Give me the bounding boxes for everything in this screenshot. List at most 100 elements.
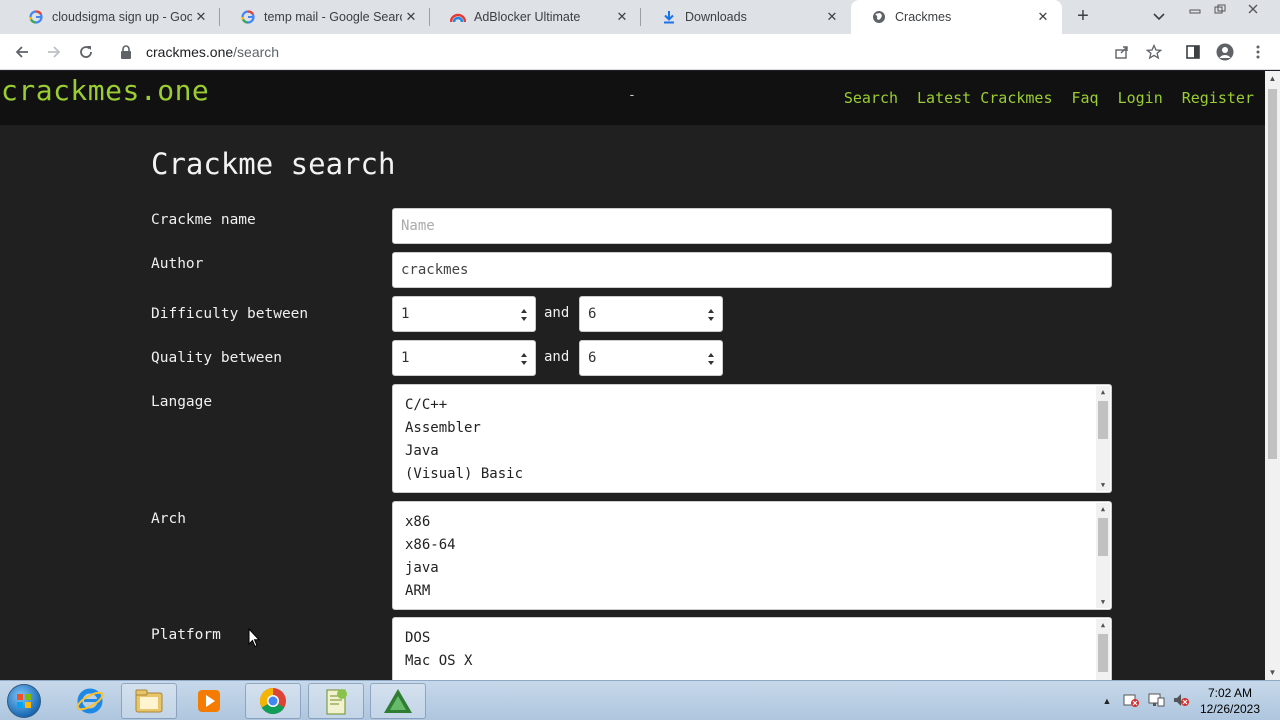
reload-button[interactable]	[75, 41, 97, 63]
close-tab-icon[interactable]: ✕	[192, 8, 210, 26]
listbox-scrollbar[interactable]: ▲ ▼	[1096, 503, 1110, 608]
list-option[interactable]: x86	[405, 511, 456, 534]
profile-avatar-icon[interactable]	[1215, 42, 1235, 62]
select-arrows-icon	[708, 353, 714, 365]
adblocker-icon	[450, 9, 466, 25]
list-option[interactable]: x86-64	[405, 534, 456, 557]
network-icon[interactable]	[1147, 692, 1165, 711]
chrome-icon[interactable]	[245, 683, 301, 719]
tab-strip: cloudsigma sign up - Goog ✕ temp mail - …	[0, 0, 1280, 34]
file-explorer-icon[interactable]	[121, 683, 177, 719]
back-button[interactable]	[11, 41, 33, 63]
tab-cloudsigma[interactable]: cloudsigma sign up - Goog ✕	[8, 0, 220, 34]
scroll-down-arrow-icon[interactable]: ▼	[1096, 479, 1110, 491]
listbox-scrollbar[interactable]: ▲	[1096, 619, 1110, 680]
forward-button[interactable]	[43, 41, 65, 63]
scroll-down-arrow-icon[interactable]: ▼	[1096, 596, 1110, 608]
tab-title: cloudsigma sign up - Goog	[52, 10, 192, 24]
notepad-plus-plus-icon[interactable]	[308, 683, 364, 719]
reload-icon	[80, 46, 92, 58]
close-tab-icon[interactable]: ✕	[402, 8, 420, 26]
select-arrows-icon	[708, 309, 714, 321]
arch-listbox[interactable]: x86 x86-64 java ARM ▲ ▼	[392, 501, 1112, 610]
close-tab-icon[interactable]: ✕	[1034, 8, 1052, 26]
nav-latest-crackmes-link[interactable]: Latest Crackmes	[917, 89, 1052, 107]
list-option[interactable]: DOS	[405, 627, 472, 650]
arch-label: Arch	[151, 511, 186, 527]
quality-max-value: 6	[588, 350, 597, 366]
nav-links: Search Latest Crackmes Faq Login Registe…	[825, 89, 1254, 107]
tab-adblocker[interactable]: AdBlocker Ultimate ✕	[430, 0, 641, 34]
mouse-cursor-icon	[248, 628, 260, 648]
scroll-up-arrow-icon[interactable]: ▲	[1096, 503, 1110, 515]
language-label: Langage	[151, 394, 213, 410]
tab-downloads[interactable]: Downloads ✕	[641, 0, 851, 34]
close-tab-icon[interactable]: ✕	[823, 8, 841, 26]
clock-date: 12/26/2023	[1199, 702, 1261, 716]
green-app-icon[interactable]	[370, 683, 426, 719]
kebab-menu-icon[interactable]	[1248, 42, 1268, 62]
action-center-icon[interactable]	[1122, 692, 1140, 711]
nav-search-link[interactable]: Search	[844, 89, 898, 107]
globe-icon	[871, 9, 887, 25]
crackme-name-input[interactable]: Name	[392, 208, 1112, 244]
list-option[interactable]: ARM	[405, 580, 456, 603]
difficulty-max-select[interactable]: 6	[579, 296, 723, 332]
share-icon[interactable]	[1112, 42, 1132, 62]
platform-listbox[interactable]: DOS Mac OS X ▲	[392, 617, 1112, 680]
list-option[interactable]: Mac OS X	[405, 650, 472, 673]
tab-crackmes[interactable]: Crackmes ✕	[851, 0, 1062, 34]
scroll-up-arrow-icon[interactable]: ▲	[1265, 71, 1280, 86]
page-scrollbar[interactable]: ▲ ▼	[1265, 71, 1280, 680]
nav-login-link[interactable]: Login	[1118, 89, 1163, 107]
difficulty-label: Difficulty between	[151, 306, 309, 322]
scroll-down-arrow-icon[interactable]: ▼	[1265, 665, 1280, 680]
bookmark-star-icon[interactable]	[1144, 42, 1164, 62]
tab-temp-mail[interactable]: temp mail - Google Search ✕	[220, 0, 430, 34]
scrollbar-thumb[interactable]	[1098, 518, 1108, 556]
site-logo-link[interactable]: crackmes.one	[1, 74, 209, 107]
volume-muted-icon[interactable]	[1172, 692, 1190, 711]
restore-button[interactable]	[1207, 0, 1233, 18]
new-tab-button[interactable]: +	[1072, 5, 1094, 27]
url-host: crackmes.one	[146, 44, 234, 60]
scrollbar-thumb[interactable]	[1098, 634, 1108, 672]
taskbar-clock[interactable]: 7:02 AM 12/26/2023	[1190, 685, 1270, 717]
quality-max-select[interactable]: 6	[579, 340, 723, 376]
scroll-up-arrow-icon[interactable]: ▲	[1096, 386, 1110, 398]
minimize-button[interactable]	[1182, 0, 1208, 18]
list-option[interactable]: java	[405, 557, 456, 580]
show-hidden-icons-icon[interactable]: ▲	[1100, 696, 1114, 706]
close-window-button[interactable]	[1240, 0, 1266, 18]
address-bar[interactable]: crackmes.one/search	[110, 37, 1170, 67]
close-tab-icon[interactable]: ✕	[613, 8, 631, 26]
back-arrow-icon	[15, 46, 28, 58]
url-path: /search	[233, 44, 280, 60]
listbox-scrollbar[interactable]: ▲ ▼	[1096, 386, 1110, 491]
select-arrows-icon	[521, 309, 527, 321]
lock-icon	[120, 45, 134, 59]
scrollbar-thumb[interactable]	[1098, 401, 1108, 439]
internet-explorer-icon[interactable]	[62, 683, 118, 719]
scroll-up-arrow-icon[interactable]: ▲	[1096, 619, 1110, 631]
tab-title: Downloads	[685, 10, 747, 24]
start-button[interactable]	[4, 683, 44, 719]
author-input[interactable]: crackmes	[392, 252, 1112, 288]
platform-label: Platform	[151, 627, 221, 643]
side-panel-icon[interactable]	[1183, 42, 1203, 62]
nav-register-link[interactable]: Register	[1182, 89, 1254, 107]
quality-min-select[interactable]: 1	[392, 340, 536, 376]
list-option[interactable]: C/C++	[405, 394, 523, 417]
media-player-icon[interactable]	[181, 683, 237, 719]
nav-faq-link[interactable]: Faq	[1072, 89, 1099, 107]
language-listbox[interactable]: C/C++ Assembler Java (Visual) Basic ▲ ▼	[392, 384, 1112, 493]
list-option[interactable]: Java	[405, 440, 523, 463]
page-scrollbar-thumb[interactable]	[1268, 89, 1277, 459]
difficulty-min-select[interactable]: 1	[392, 296, 536, 332]
difficulty-max-value: 6	[588, 306, 597, 322]
list-option[interactable]: Assembler	[405, 417, 523, 440]
tab-search-button[interactable]	[1150, 8, 1168, 26]
list-option[interactable]: (Visual) Basic	[405, 463, 523, 486]
google-icon	[240, 9, 256, 25]
quality-label: Quality between	[151, 350, 282, 366]
